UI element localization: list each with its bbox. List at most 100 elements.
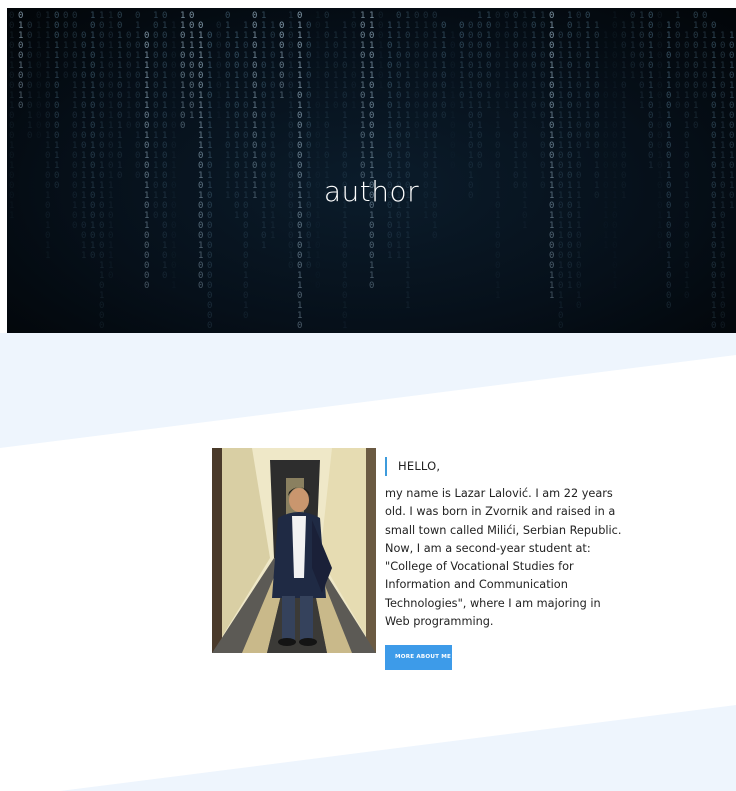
svg-text:1: 1 bbox=[36, 21, 41, 31]
svg-text:0: 0 bbox=[684, 131, 689, 141]
svg-text:1: 1 bbox=[162, 71, 167, 81]
svg-text:0: 0 bbox=[666, 231, 671, 241]
svg-text:1: 1 bbox=[72, 61, 77, 71]
svg-text:1: 1 bbox=[171, 271, 176, 281]
svg-text:0: 0 bbox=[180, 121, 185, 131]
svg-text:0: 0 bbox=[81, 71, 86, 81]
svg-text:0: 0 bbox=[288, 241, 293, 251]
svg-text:1: 1 bbox=[711, 311, 716, 321]
svg-text:0: 0 bbox=[369, 101, 374, 111]
svg-text:0: 0 bbox=[99, 71, 104, 81]
more-about-me-button[interactable]: MORE ABOUT ME bbox=[385, 645, 452, 671]
svg-text:0: 0 bbox=[648, 121, 653, 131]
svg-text:0: 0 bbox=[630, 61, 635, 71]
svg-text:0: 0 bbox=[306, 121, 311, 131]
svg-text:0: 0 bbox=[612, 211, 617, 221]
svg-text:0: 0 bbox=[666, 51, 671, 61]
svg-text:0: 0 bbox=[306, 211, 311, 221]
svg-text:1: 1 bbox=[207, 81, 212, 91]
svg-text:1: 1 bbox=[144, 221, 149, 231]
svg-text:0: 0 bbox=[144, 241, 149, 251]
svg-text:1: 1 bbox=[576, 221, 581, 231]
svg-text:0: 0 bbox=[108, 211, 113, 221]
svg-text:0: 0 bbox=[522, 41, 527, 51]
svg-text:0: 0 bbox=[153, 101, 158, 111]
svg-text:0: 0 bbox=[189, 61, 194, 71]
svg-text:0: 0 bbox=[720, 301, 725, 311]
svg-text:1: 1 bbox=[108, 11, 113, 21]
svg-text:1: 1 bbox=[495, 121, 500, 131]
svg-text:0: 0 bbox=[108, 31, 113, 41]
svg-text:0: 0 bbox=[162, 151, 167, 161]
page-title: author bbox=[323, 174, 420, 208]
svg-text:0: 0 bbox=[252, 41, 257, 51]
svg-text:0: 0 bbox=[567, 21, 572, 31]
svg-text:1: 1 bbox=[711, 111, 716, 121]
svg-text:0: 0 bbox=[549, 141, 554, 151]
svg-text:0: 0 bbox=[162, 271, 167, 281]
svg-text:1: 1 bbox=[405, 11, 410, 21]
svg-text:0: 0 bbox=[207, 261, 212, 271]
svg-text:0: 0 bbox=[315, 261, 320, 271]
svg-text:0: 0 bbox=[63, 51, 68, 61]
svg-text:1: 1 bbox=[396, 241, 401, 251]
svg-text:0: 0 bbox=[585, 11, 590, 21]
svg-text:0: 0 bbox=[261, 61, 266, 71]
svg-text:1: 1 bbox=[369, 11, 374, 21]
svg-text:0: 0 bbox=[540, 51, 545, 61]
svg-text:1: 1 bbox=[342, 81, 347, 91]
svg-text:0: 0 bbox=[153, 51, 158, 61]
svg-text:1: 1 bbox=[558, 141, 563, 151]
svg-text:0: 0 bbox=[657, 131, 662, 141]
svg-text:1: 1 bbox=[531, 41, 536, 51]
svg-text:0: 0 bbox=[576, 231, 581, 241]
svg-text:1: 1 bbox=[108, 111, 113, 121]
svg-text:0: 0 bbox=[720, 311, 725, 321]
svg-text:1: 1 bbox=[504, 21, 509, 31]
svg-text:1: 1 bbox=[180, 101, 185, 111]
svg-text:1: 1 bbox=[540, 121, 545, 131]
svg-text:0: 0 bbox=[315, 221, 320, 231]
svg-text:0: 0 bbox=[711, 101, 716, 111]
svg-text:0: 0 bbox=[270, 151, 275, 161]
svg-text:0: 0 bbox=[162, 251, 167, 261]
svg-text:0: 0 bbox=[612, 221, 617, 231]
svg-text:0: 0 bbox=[252, 81, 257, 91]
svg-text:0: 0 bbox=[711, 221, 716, 231]
svg-text:0: 0 bbox=[540, 81, 545, 91]
svg-text:1: 1 bbox=[324, 81, 329, 91]
svg-text:0: 0 bbox=[261, 141, 266, 151]
svg-text:0: 0 bbox=[333, 41, 338, 51]
svg-text:0: 0 bbox=[648, 61, 653, 71]
svg-text:1: 1 bbox=[558, 61, 563, 71]
svg-text:0: 0 bbox=[27, 51, 32, 61]
svg-text:0: 0 bbox=[630, 51, 635, 61]
svg-text:0: 0 bbox=[612, 51, 617, 61]
svg-text:0: 0 bbox=[621, 31, 626, 41]
svg-text:1: 1 bbox=[171, 151, 176, 161]
svg-text:1: 1 bbox=[18, 21, 23, 31]
svg-text:1: 1 bbox=[297, 61, 302, 71]
svg-text:0: 0 bbox=[189, 11, 194, 21]
svg-text:0: 0 bbox=[657, 61, 662, 71]
svg-text:1: 1 bbox=[270, 101, 275, 111]
svg-text:1: 1 bbox=[342, 21, 347, 31]
svg-text:0: 0 bbox=[81, 141, 86, 151]
svg-text:1: 1 bbox=[567, 271, 572, 281]
svg-text:1: 1 bbox=[387, 111, 392, 121]
svg-text:0: 0 bbox=[594, 101, 599, 111]
svg-text:0: 0 bbox=[288, 141, 293, 151]
svg-text:0: 0 bbox=[405, 131, 410, 141]
svg-text:0: 0 bbox=[243, 231, 248, 241]
svg-text:0: 0 bbox=[603, 131, 608, 141]
svg-text:1: 1 bbox=[477, 101, 482, 111]
svg-text:1: 1 bbox=[720, 221, 725, 231]
svg-text:1: 1 bbox=[144, 101, 149, 111]
svg-text:0: 0 bbox=[360, 161, 365, 171]
svg-text:1: 1 bbox=[108, 241, 113, 251]
svg-text:0: 0 bbox=[657, 231, 662, 241]
svg-text:1: 1 bbox=[261, 41, 266, 51]
svg-text:1: 1 bbox=[729, 31, 734, 41]
svg-text:0: 0 bbox=[162, 231, 167, 241]
svg-text:0: 0 bbox=[612, 121, 617, 131]
